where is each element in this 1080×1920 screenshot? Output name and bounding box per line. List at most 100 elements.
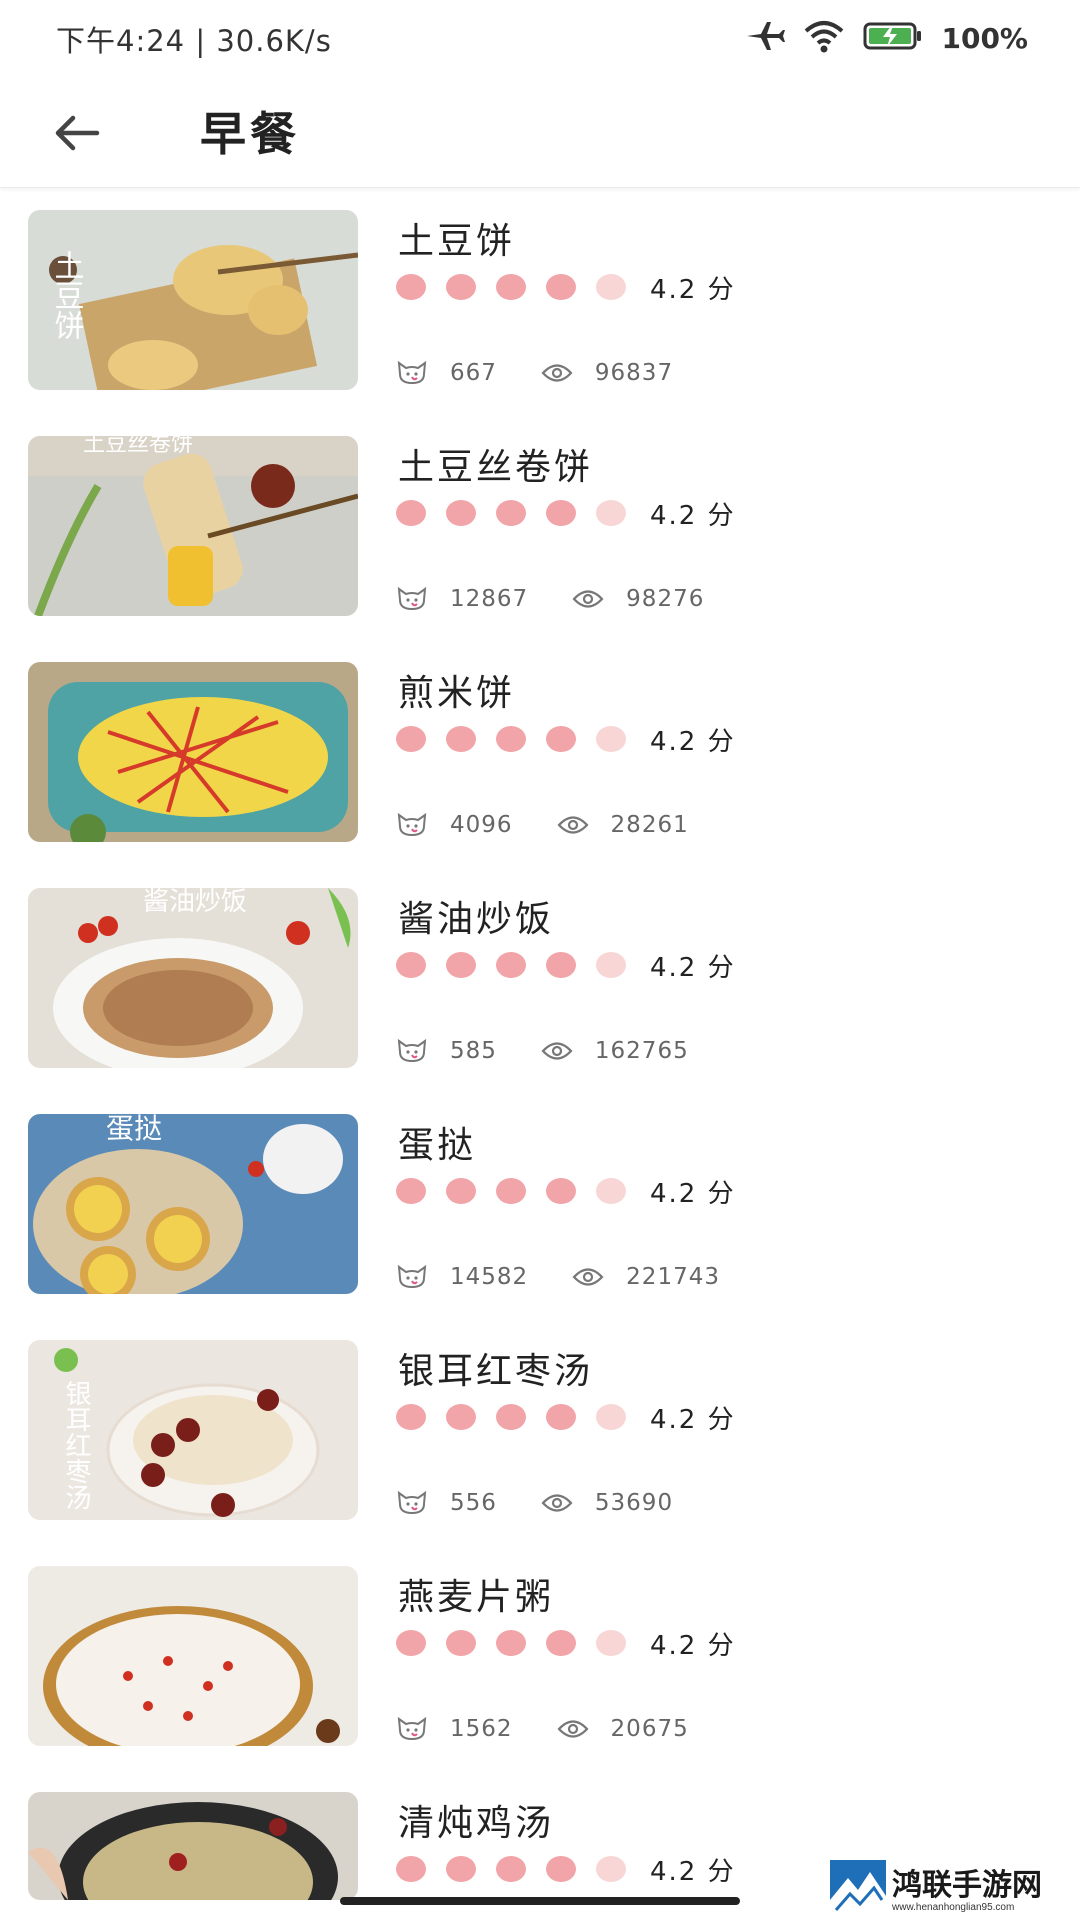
thumbnail-caption: 土豆饼 — [49, 250, 85, 340]
thumbnail-caption: 土豆丝卷饼 — [83, 436, 193, 457]
rating-dot — [596, 1856, 626, 1882]
cat-face-icon — [396, 1264, 428, 1290]
eye-icon — [541, 1490, 573, 1516]
rating-dot — [396, 274, 426, 300]
rating-score: 4.2 分 — [650, 1630, 736, 1661]
rating-score: 4.2 分 — [650, 1178, 736, 1209]
back-button[interactable] — [42, 100, 112, 170]
rating-dot — [446, 726, 476, 752]
rating-score: 4.2 分 — [650, 274, 736, 305]
rating-dot — [546, 500, 576, 526]
eye-icon — [541, 360, 573, 386]
like-count: 667 — [450, 360, 497, 386]
recipe-title: 银耳红枣汤 — [398, 1351, 594, 1392]
rating-dot — [496, 1856, 526, 1882]
rating-score: 4.2 分 — [650, 1856, 736, 1887]
recipe-item[interactable]: 土豆丝卷饼 土豆丝卷饼 4.2 分 12867 98276 — [0, 416, 1080, 642]
rating-dot — [596, 1404, 626, 1430]
like-count: 1562 — [450, 1716, 513, 1742]
recipe-stats: 585 162765 — [396, 1036, 733, 1066]
thumbnail-caption: 蛋挞 — [106, 1114, 162, 1145]
rating-dot — [546, 1178, 576, 1204]
rating-dot — [446, 500, 476, 526]
eye-icon — [572, 1264, 604, 1290]
rating-dot — [446, 1404, 476, 1430]
status-icons: 100% — [745, 18, 1028, 58]
cat-face-icon — [396, 360, 428, 386]
top-app-bar: 早餐 — [0, 78, 1080, 188]
eye-icon — [557, 1716, 589, 1742]
rating-dot — [446, 1856, 476, 1882]
recipe-item[interactable]: 银耳红枣汤 银耳红枣汤 4.2 分 556 53690 — [0, 1320, 1080, 1546]
like-count: 585 — [450, 1038, 497, 1064]
recipe-item[interactable]: 酱油炒饭 酱油炒饭 4.2 分 585 162765 — [0, 868, 1080, 1094]
home-indicator[interactable] — [340, 1897, 740, 1905]
rating-dot — [446, 274, 476, 300]
rating-dot — [446, 1178, 476, 1204]
status-bar: 下午4:24 | 30.6K/s 100% — [0, 0, 1080, 78]
rating-dot — [396, 1178, 426, 1204]
eye-icon — [557, 812, 589, 838]
recipe-thumbnail: 银耳红枣汤 — [28, 1340, 358, 1520]
rating-dot — [446, 952, 476, 978]
recipe-item[interactable]: 蛋挞 蛋挞 4.2 分 14582 221743 — [0, 1094, 1080, 1320]
view-count: 20675 — [610, 1716, 689, 1742]
rating-dot — [596, 726, 626, 752]
view-count: 53690 — [594, 1490, 674, 1516]
rating-dot — [546, 274, 576, 300]
cat-face-icon — [396, 1038, 428, 1064]
view-count: 221743 — [626, 1264, 720, 1290]
recipe-thumbnail — [28, 1792, 358, 1900]
view-count: 98276 — [626, 586, 705, 612]
recipe-stats: 14582 221743 — [396, 1262, 764, 1292]
rating-score: 4.2 分 — [650, 726, 736, 757]
rating-dot — [396, 1856, 426, 1882]
rating-dot — [396, 1404, 426, 1430]
recipe-title: 蛋挞 — [398, 1125, 477, 1166]
rating-dot — [596, 952, 626, 978]
recipe-stats: 667 96837 — [396, 358, 717, 388]
view-count: 96837 — [594, 360, 674, 386]
cat-face-icon — [396, 1490, 428, 1516]
rating: 4.2 分 — [396, 1854, 736, 1887]
wifi-icon — [803, 19, 845, 57]
rating-dot — [496, 1178, 526, 1204]
recipe-thumbnail — [28, 1566, 358, 1746]
watermark-logo-icon — [830, 1860, 886, 1916]
back-arrow-icon — [53, 113, 101, 157]
recipe-stats: 1562 20675 — [396, 1714, 733, 1744]
recipe-thumbnail: 土豆丝卷饼 — [28, 436, 358, 616]
like-count: 556 — [450, 1490, 497, 1516]
rating: 4.2 分 — [396, 724, 736, 757]
recipe-thumbnail — [28, 662, 358, 842]
rating-dot — [446, 1630, 476, 1656]
recipe-item[interactable]: 煎米饼 4.2 分 4096 28261 — [0, 642, 1080, 868]
recipe-thumbnail: 土豆饼 — [28, 210, 358, 390]
rating: 4.2 分 — [396, 1628, 736, 1661]
rating-dot — [396, 500, 426, 526]
thumbnail-caption: 酱油炒饭 — [143, 888, 247, 917]
rating-dot — [396, 1630, 426, 1656]
recipe-title: 燕麦片粥 — [398, 1577, 555, 1618]
recipe-title: 清炖鸡汤 — [398, 1803, 555, 1844]
rating-dot — [496, 500, 526, 526]
rating-dot — [496, 952, 526, 978]
rating-score: 4.2 分 — [650, 952, 736, 983]
recipe-title: 土豆饼 — [398, 221, 516, 262]
rating-dot — [596, 274, 626, 300]
cat-face-icon — [396, 586, 428, 612]
battery-charging-icon — [863, 21, 923, 55]
eye-icon — [541, 1038, 573, 1064]
thumbnail-caption: 银耳红枣汤 — [61, 1380, 91, 1510]
rating-dot — [596, 1630, 626, 1656]
like-count: 14582 — [450, 1264, 529, 1290]
airplane-icon — [745, 18, 786, 58]
watermark-name: 鸿联手游网 — [892, 1868, 1042, 1903]
rating-dot — [596, 1178, 626, 1204]
recipe-stats: 556 53690 — [396, 1488, 717, 1518]
rating-dot — [496, 726, 526, 752]
recipe-item[interactable]: 土豆饼 土豆饼 4.2 分 667 96837 — [0, 190, 1080, 416]
battery-percent: 100% — [941, 21, 1028, 55]
rating-dot — [496, 1404, 526, 1430]
recipe-item[interactable]: 燕麦片粥 4.2 分 1562 20675 — [0, 1546, 1080, 1772]
